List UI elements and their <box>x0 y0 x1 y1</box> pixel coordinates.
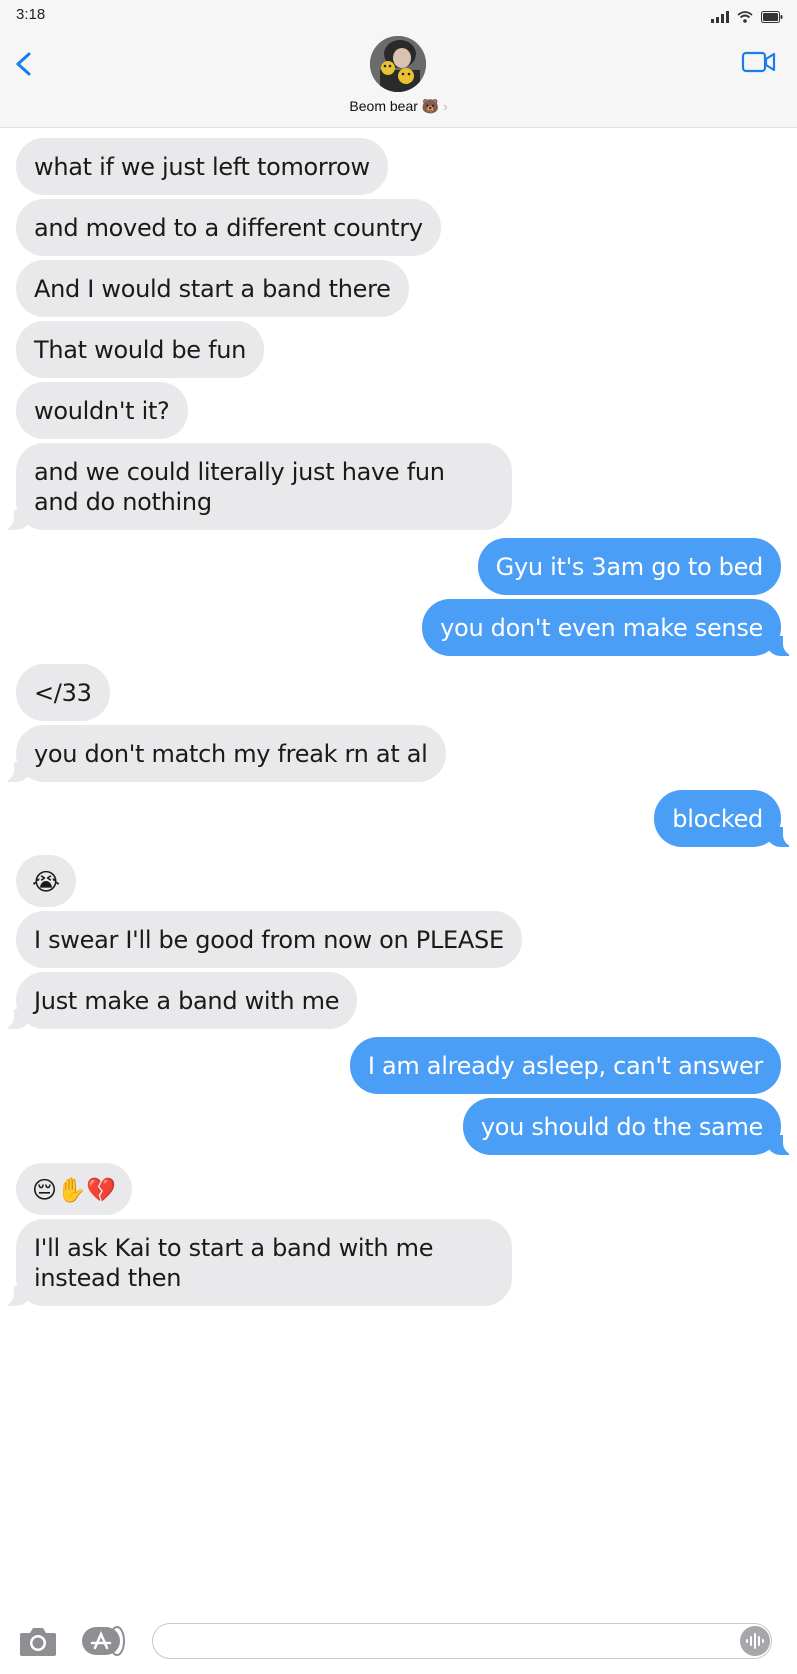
incoming-message-bubble[interactable]: you don't match my freak rn at al <box>0 725 446 782</box>
message-text: Just make a band with me <box>34 987 340 1015</box>
message-row: 😔✋💔 <box>0 1163 797 1215</box>
video-camera-icon <box>741 51 776 73</box>
camera-button[interactable] <box>18 1624 58 1658</box>
incoming-message-bubble[interactable]: That would be fun <box>16 321 265 378</box>
compose-bar <box>0 1610 797 1674</box>
message-row: I am already asleep, can't answer <box>0 1037 797 1094</box>
message-row: wouldn't it? <box>0 382 797 439</box>
cellular-signal-icon <box>711 8 729 27</box>
incoming-message-bubble[interactable]: and moved to a different country <box>16 199 441 256</box>
outgoing-message-bubble[interactable]: I am already asleep, can't answer <box>349 1037 781 1094</box>
message-input[interactable] <box>152 1623 772 1659</box>
message-text: you don't match my freak rn at al <box>34 740 428 768</box>
message-text: what if we just left tomorrow <box>34 153 370 181</box>
app-store-button[interactable] <box>80 1624 128 1658</box>
message-emoji: 😭 <box>32 868 60 896</box>
incoming-message-bubble[interactable]: 😔✋💔 <box>16 1163 132 1215</box>
message-row: and we could literally just have fun and… <box>0 443 797 530</box>
incoming-message-bubble[interactable]: I'll ask Kai to start a band with me ins… <box>0 1219 512 1306</box>
incoming-message-bubble[interactable]: </33 <box>16 664 110 721</box>
incoming-message-bubble[interactable]: wouldn't it? <box>16 382 188 439</box>
status-icons <box>711 8 783 27</box>
message-row: </33 <box>0 664 797 721</box>
back-button[interactable] <box>10 46 40 82</box>
contact-name: Beom bear 🐻 <box>349 98 440 114</box>
audio-waveform-icon <box>746 1633 764 1649</box>
message-text: </33 <box>34 679 92 707</box>
message-text: I am already asleep, can't answer <box>367 1052 763 1080</box>
incoming-message-bubble[interactable]: what if we just left tomorrow <box>16 138 388 195</box>
message-text: I swear I'll be good from now on PLEASE <box>34 926 504 954</box>
outgoing-message-bubble[interactable]: Gyu it's 3am go to bed <box>477 538 781 595</box>
message-row: blocked <box>0 790 797 847</box>
chevron-right-icon: › <box>443 99 448 114</box>
incoming-message-bubble[interactable]: 😭 <box>16 855 76 907</box>
message-row: you don't match my freak rn at al <box>0 725 797 782</box>
message-row: 😭 <box>0 855 797 907</box>
outgoing-message-bubble[interactable]: you should do the same <box>462 1098 797 1155</box>
message-text: That would be fun <box>34 336 247 364</box>
contact-avatar[interactable] <box>370 36 426 92</box>
message-row: what if we just left tomorrow <box>0 138 797 195</box>
message-emoji: 😔✋💔 <box>32 1176 116 1204</box>
avatar-image <box>370 36 426 92</box>
incoming-message-bubble[interactable]: Just make a band with me <box>0 972 358 1029</box>
conversation-header: 3:18 Beom bear 🐻 › <box>0 0 797 128</box>
outgoing-message-bubble[interactable]: blocked <box>654 790 797 847</box>
message-row: Just make a band with me <box>0 972 797 1029</box>
camera-icon <box>20 1628 56 1656</box>
message-text: and we could literally just have fun and… <box>34 458 445 516</box>
outgoing-message-bubble[interactable]: you don't even make sense <box>422 599 797 656</box>
message-row: I'll ask Kai to start a band with me ins… <box>0 1219 797 1306</box>
message-thread: what if we just left tomorrow and moved … <box>0 138 797 1310</box>
message-text: blocked <box>672 805 763 833</box>
message-row: Gyu it's 3am go to bed <box>0 538 797 595</box>
message-row: And I would start a band there <box>0 260 797 317</box>
message-row: you should do the same <box>0 1098 797 1155</box>
message-text: And I would start a band there <box>34 275 391 303</box>
message-row: you don't even make sense <box>0 599 797 656</box>
incoming-message-bubble[interactable]: And I would start a band there <box>16 260 409 317</box>
message-text: wouldn't it? <box>34 397 170 425</box>
app-store-icon <box>82 1626 125 1656</box>
status-time: 3:18 <box>16 6 46 23</box>
message-text: you should do the same <box>480 1113 763 1141</box>
contact-name-button[interactable]: Beom bear 🐻 › <box>0 98 797 115</box>
incoming-message-bubble[interactable]: I swear I'll be good from now on PLEASE <box>16 911 522 968</box>
wifi-icon <box>737 8 753 27</box>
message-text: you don't even make sense <box>440 614 763 642</box>
video-call-button[interactable] <box>741 48 777 76</box>
message-text: Gyu it's 3am go to bed <box>495 553 764 581</box>
battery-icon <box>761 8 783 27</box>
chevron-left-icon <box>16 52 31 76</box>
message-row: That would be fun <box>0 321 797 378</box>
message-row: and moved to a different country <box>0 199 797 256</box>
message-text: I'll ask Kai to start a band with me ins… <box>34 1234 434 1292</box>
message-row: I swear I'll be good from now on PLEASE <box>0 911 797 968</box>
audio-message-button[interactable] <box>740 1626 770 1656</box>
message-text: and moved to a different country <box>34 214 423 242</box>
incoming-message-bubble[interactable]: and we could literally just have fun and… <box>0 443 512 530</box>
